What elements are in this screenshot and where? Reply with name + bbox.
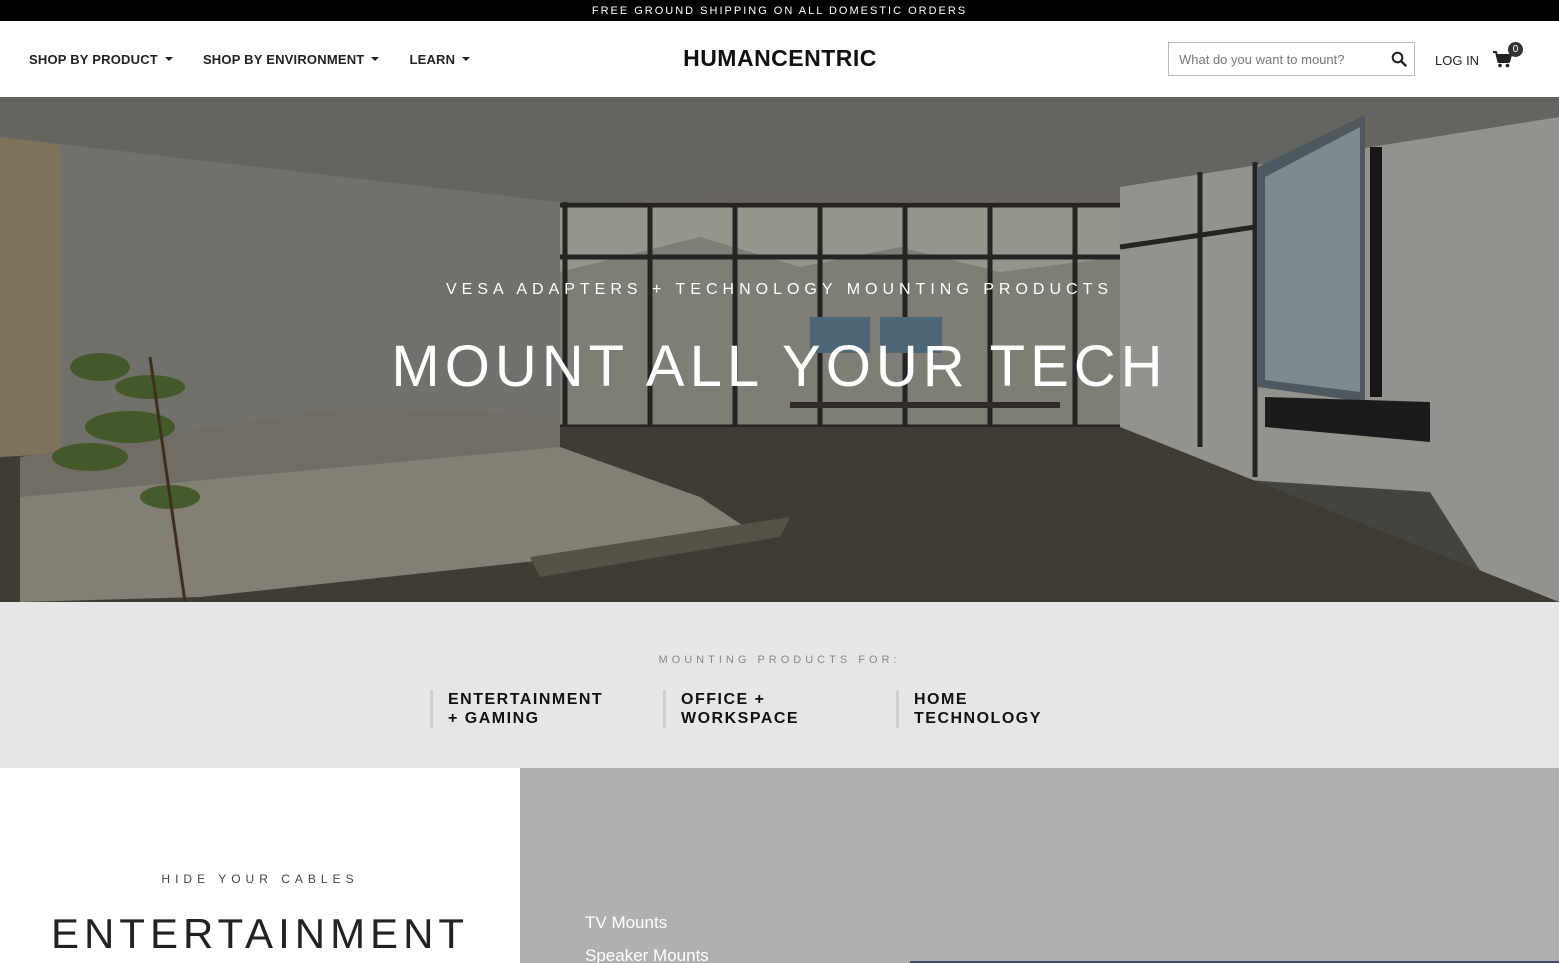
search-input[interactable] bbox=[1169, 43, 1384, 75]
feature-intro-panel: HIDE YOUR CABLES ENTERTAINMENT bbox=[0, 768, 520, 963]
feature-title: ENTERTAINMENT bbox=[50, 910, 470, 957]
nav-shop-by-environment-label: SHOP BY ENVIRONMENT bbox=[202, 51, 365, 67]
hero-title: MOUNT ALL YOUR TECH bbox=[391, 334, 1168, 399]
category-entertainment-gaming[interactable]: ENTERTAINMENT + GAMING bbox=[430, 690, 603, 728]
caret-down-icon bbox=[462, 57, 471, 61]
hero-banner: VESA ADAPTERS + TECHNOLOGY MOUNTING PROD… bbox=[0, 97, 1559, 602]
category-line: TECHNOLOGY bbox=[914, 710, 1042, 727]
category-office-workspace[interactable]: OFFICE + WORKSPACE bbox=[663, 690, 799, 728]
nav-shop-by-product-label: SHOP BY PRODUCT bbox=[29, 51, 158, 67]
category-line: OFFICE + bbox=[681, 691, 766, 708]
category-line: + GAMING bbox=[448, 710, 540, 727]
feature-kicker: HIDE YOUR CABLES bbox=[161, 872, 359, 886]
shipping-banner-text: FREE GROUND SHIPPING ON ALL DOMESTIC ORD… bbox=[591, 5, 968, 17]
caret-down-icon bbox=[371, 57, 380, 61]
nav-learn-label: LEARN bbox=[409, 51, 456, 67]
feature-links-panel: TV Mounts Speaker Mounts bbox=[520, 768, 1559, 963]
search-box bbox=[1168, 42, 1415, 76]
shipping-banner: FREE GROUND SHIPPING ON ALL DOMESTIC ORD… bbox=[0, 0, 1559, 21]
cart-count-badge: 0 bbox=[1508, 42, 1523, 57]
search-button[interactable] bbox=[1384, 43, 1414, 75]
category-home-technology[interactable]: HOME TECHNOLOGY bbox=[896, 690, 1042, 728]
category-strip-label: MOUNTING PRODUCTS FOR: bbox=[658, 654, 901, 666]
search-icon bbox=[1391, 51, 1407, 67]
category-strip: MOUNTING PRODUCTS FOR: ENTERTAINMENT + G… bbox=[0, 602, 1559, 768]
nav-learn[interactable]: LEARN bbox=[409, 51, 471, 67]
category-line: HOME bbox=[914, 691, 968, 708]
nav-shop-by-product[interactable]: SHOP BY PRODUCT bbox=[29, 52, 173, 67]
login-link[interactable]: LOG IN bbox=[1435, 53, 1479, 68]
tv-mounts-link[interactable]: TV Mounts bbox=[585, 906, 709, 939]
category-line: ENTERTAINMENT bbox=[448, 691, 604, 708]
site-logo[interactable]: HUMANCENTRIC bbox=[679, 45, 881, 72]
nav-shop-by-environment[interactable]: SHOP BY ENVIRONMENT bbox=[203, 52, 380, 67]
site-header: SHOP BY PRODUCT SHOP BY ENVIRONMENT LEAR… bbox=[0, 21, 1559, 97]
category-line: WORKSPACE bbox=[681, 710, 800, 727]
speaker-mounts-link[interactable]: Speaker Mounts bbox=[585, 939, 709, 963]
main-nav: SHOP BY PRODUCT SHOP BY ENVIRONMENT LEAR… bbox=[29, 21, 471, 97]
hero-subtitle: VESA ADAPTERS + TECHNOLOGY MOUNTING PROD… bbox=[445, 281, 1114, 298]
feature-link-list: TV Mounts Speaker Mounts bbox=[585, 906, 709, 963]
caret-down-icon bbox=[164, 57, 173, 61]
